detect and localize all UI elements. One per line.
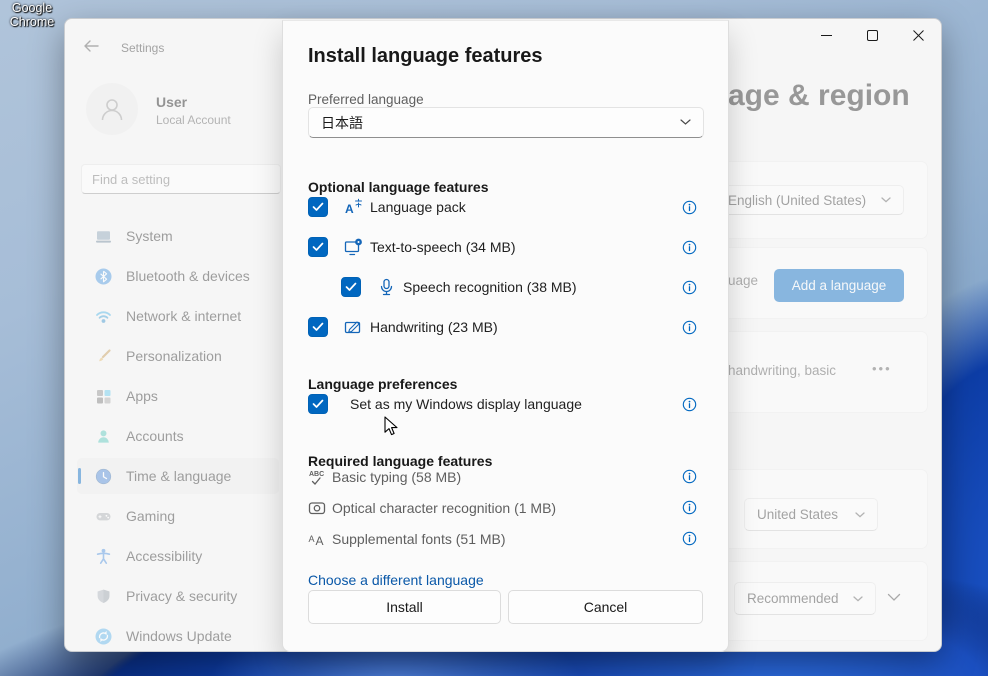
info-icon[interactable] bbox=[682, 397, 697, 412]
info-icon[interactable] bbox=[682, 500, 697, 515]
close-icon bbox=[913, 30, 924, 41]
ocr-row: Optical character recognition (1 MB) bbox=[308, 498, 556, 518]
svg-text:A: A bbox=[316, 534, 324, 548]
speech-recognition-label: Speech recognition (38 MB) bbox=[403, 279, 577, 295]
info-icon[interactable] bbox=[682, 469, 697, 484]
cancel-button[interactable]: Cancel bbox=[508, 590, 703, 624]
minimize-button[interactable] bbox=[803, 19, 849, 51]
text-to-speech-row: Text-to-speech (34 MB) bbox=[308, 236, 516, 258]
display-language-row: Set as my Windows display language bbox=[308, 393, 582, 415]
language-pack-icon: A bbox=[344, 198, 363, 217]
text-to-speech-checkbox[interactable] bbox=[308, 237, 328, 257]
preferred-language-combobox[interactable]: 日本語 bbox=[308, 107, 704, 138]
language-pack-checkbox[interactable] bbox=[308, 197, 328, 217]
chevron-down-icon bbox=[680, 119, 691, 126]
svg-text:ABC: ABC bbox=[309, 471, 324, 478]
check-icon bbox=[312, 399, 324, 409]
language-preferences-header: Language preferences bbox=[308, 376, 457, 392]
chrome-shortcut-label[interactable]: Google Chrome bbox=[4, 1, 60, 30]
ocr-icon bbox=[308, 499, 326, 517]
info-icon[interactable] bbox=[682, 320, 697, 335]
preferred-language-value: 日本語 bbox=[321, 113, 363, 133]
supplemental-fonts-label: Supplemental fonts (51 MB) bbox=[332, 531, 506, 547]
svg-text:A: A bbox=[345, 202, 354, 216]
dialog-title: Install language features bbox=[308, 45, 543, 68]
basic-typing-row: ABC Basic typing (58 MB) bbox=[308, 467, 461, 487]
basic-typing-icon: ABC bbox=[308, 468, 326, 486]
maximize-button[interactable] bbox=[849, 19, 895, 51]
optional-features-header: Optional language features bbox=[308, 179, 488, 195]
info-icon[interactable] bbox=[682, 240, 697, 255]
handwriting-label: Handwriting (23 MB) bbox=[370, 319, 498, 335]
info-icon[interactable] bbox=[682, 531, 697, 546]
svg-text:A: A bbox=[309, 534, 315, 544]
ocr-label: Optical character recognition (1 MB) bbox=[332, 500, 556, 516]
mouse-cursor bbox=[384, 416, 399, 437]
microphone-icon bbox=[377, 278, 396, 297]
language-pack-label: Language pack bbox=[370, 199, 466, 215]
check-icon bbox=[312, 242, 324, 252]
desktop: Google Chrome Settings User Local Accoun… bbox=[0, 0, 988, 676]
display-language-checkbox[interactable] bbox=[308, 394, 328, 414]
check-icon bbox=[312, 322, 324, 332]
supplemental-fonts-row: AA Supplemental fonts (51 MB) bbox=[308, 529, 506, 549]
check-icon bbox=[345, 282, 357, 292]
fonts-icon: AA bbox=[308, 530, 326, 548]
preferred-language-label: Preferred language bbox=[308, 92, 424, 107]
close-button[interactable] bbox=[895, 19, 941, 51]
minimize-icon bbox=[821, 30, 832, 41]
info-icon[interactable] bbox=[682, 280, 697, 295]
speech-recognition-checkbox[interactable] bbox=[341, 277, 361, 297]
caption-buttons bbox=[803, 19, 941, 51]
install-button[interactable]: Install bbox=[308, 590, 501, 624]
maximize-icon bbox=[867, 30, 878, 41]
display-language-label: Set as my Windows display language bbox=[350, 396, 582, 412]
text-to-speech-label: Text-to-speech (34 MB) bbox=[370, 239, 516, 255]
info-icon[interactable] bbox=[682, 200, 697, 215]
basic-typing-label: Basic typing (58 MB) bbox=[332, 469, 461, 485]
choose-different-language-link[interactable]: Choose a different language bbox=[308, 572, 484, 588]
handwriting-checkbox[interactable] bbox=[308, 317, 328, 337]
language-pack-row: A Language pack bbox=[308, 196, 466, 218]
handwriting-icon bbox=[344, 318, 363, 337]
handwriting-row: Handwriting (23 MB) bbox=[308, 316, 498, 338]
check-icon bbox=[312, 202, 324, 212]
text-to-speech-icon bbox=[344, 238, 363, 257]
speech-recognition-row: Speech recognition (38 MB) bbox=[341, 276, 577, 298]
install-language-features-dialog: Install language features Preferred lang… bbox=[282, 20, 729, 652]
